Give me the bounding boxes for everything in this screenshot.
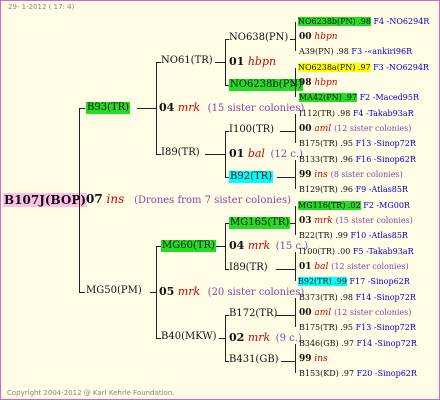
connector [225, 315, 226, 361]
g3-info: 98 hbpn [299, 78, 338, 88]
g2-info: 01 bal (12 c.) [229, 147, 303, 160]
connector [280, 131, 295, 132]
connector [277, 177, 295, 178]
connector [156, 62, 157, 154]
connector [276, 315, 295, 316]
connector [295, 298, 296, 327]
g2-name[interactable]: NO61(TR) [161, 56, 213, 66]
connector [225, 39, 226, 85]
connector [137, 108, 156, 109]
g3-name[interactable]: B172(TR) [229, 309, 277, 319]
g4-entry[interactable]: MG116(TR) .02 F2 -MG00R [298, 201, 410, 210]
connector [276, 269, 295, 270]
g4-entry[interactable]: I112(TR) .98 F4 -Takab93aR [299, 110, 414, 118]
copyright: Copyright 2004-2012 @ Karl Kehrle Founda… [7, 389, 175, 397]
g3-name[interactable]: NO638(PN) [229, 33, 288, 43]
g4-entry[interactable]: B129(TR) .96 F9 -Atlas85R [299, 186, 408, 194]
g3-name[interactable]: B431(GB) [229, 355, 279, 365]
connector [79, 292, 85, 293]
g4-entry[interactable]: B153(KD) .97 F20 -Sinop62R [299, 370, 417, 378]
g3-name[interactable]: I100(TR) [229, 125, 274, 135]
connector [295, 344, 296, 373]
g4-entry[interactable]: B133(TR) .96 F16 -Sinop62R [299, 156, 416, 164]
g2-info: 04 mrk (15 c.) [229, 239, 309, 252]
root-note: (Drones from 7 sister colonies) [134, 195, 291, 206]
g3-info: 00 aml (12 sister colonies) [299, 124, 412, 134]
connector [79, 108, 85, 109]
g4-entry[interactable]: B175(TR) .95 F13 -Sinop72R [299, 324, 416, 332]
g2-name[interactable]: B40(MKW) [161, 332, 217, 342]
g2-name[interactable]: MG60(TR) [161, 240, 216, 252]
g3-name[interactable]: I89(TR) [229, 263, 268, 273]
timestamp: 29- 1-2012 ( 17: 4) [8, 3, 75, 11]
connector [290, 39, 295, 40]
connector [295, 114, 296, 143]
connector [225, 223, 226, 269]
connector [281, 361, 295, 362]
connector [205, 154, 225, 155]
root-qual: ins [106, 192, 125, 206]
g1-info: 04 mrk (15 sister colonies) [159, 101, 305, 114]
g3-info: 00 hbpn [299, 32, 338, 42]
g4-entry[interactable]: NO6238b(PN) .98 F4 -NO6294R [298, 17, 429, 26]
g3-name[interactable]: MG165(TR) [229, 217, 291, 229]
root-info: 07 ins (Drones from 7 sister colonies) [86, 193, 291, 206]
g2-info: 01 hbpn [229, 55, 277, 68]
g4-entry[interactable]: MA42(PN) .97 F2 -Maced95R [299, 93, 419, 102]
g4-entry[interactable]: B175(TR) .95 F13 -Sinop72R [299, 140, 416, 148]
g3-info: 03 mrk (15 sister colonies) [299, 216, 413, 226]
connector [291, 85, 295, 86]
g4-entry[interactable]: B346(GB) .97 F14 -Sinop72R [299, 340, 417, 348]
g3-info: 00 aml (12 sister colonies) [299, 308, 412, 318]
g4-entry[interactable]: B92(TR) .99 F17 -Sinop62R [298, 277, 410, 286]
g3-info: 01 bal (12 sister colonies) [299, 262, 409, 272]
connector [216, 246, 225, 247]
connector [150, 292, 156, 293]
g4-entry[interactable]: I100(TR) .00 F5 -Takab93aR [299, 248, 414, 256]
g4-entry[interactable]: NO6238a(PN) .97 F3 -NO6294R [298, 63, 429, 72]
connector [290, 223, 295, 224]
g4-entry[interactable]: B373(TR) .98 F14 -Sinop72R [299, 294, 416, 302]
g1-name[interactable]: MG50(PM) [86, 286, 142, 296]
g1-info: 05 mrk (20 sister colonies) [159, 285, 305, 298]
g3-name[interactable]: B92(TR) [229, 171, 274, 183]
connector [295, 206, 296, 235]
connector [215, 62, 225, 63]
connector [295, 252, 296, 281]
connector [225, 131, 226, 177]
connector [295, 22, 296, 51]
connector [74, 199, 79, 200]
g4-entry[interactable]: B22(TR) .99 F10 -Atlas85R [299, 232, 408, 240]
connector [156, 246, 157, 338]
g1-name[interactable]: B93(TR) [86, 102, 131, 114]
root-num: 07 [86, 192, 103, 206]
g3-info: 99 ins [299, 354, 328, 364]
g2-info: 02 mrk (9 c.) [229, 331, 302, 344]
connector [295, 160, 296, 189]
connector [295, 68, 296, 97]
connector [79, 108, 80, 293]
g2-name[interactable]: I89(TR) [161, 148, 200, 158]
g3-info: 99 ins (8 sister colonies) [299, 170, 403, 180]
root-queen[interactable]: B107J(BOP) [3, 193, 88, 207]
connector [219, 338, 225, 339]
g4-entry[interactable]: A39(PN) .98 F3 -«ankiri96R [299, 48, 412, 56]
